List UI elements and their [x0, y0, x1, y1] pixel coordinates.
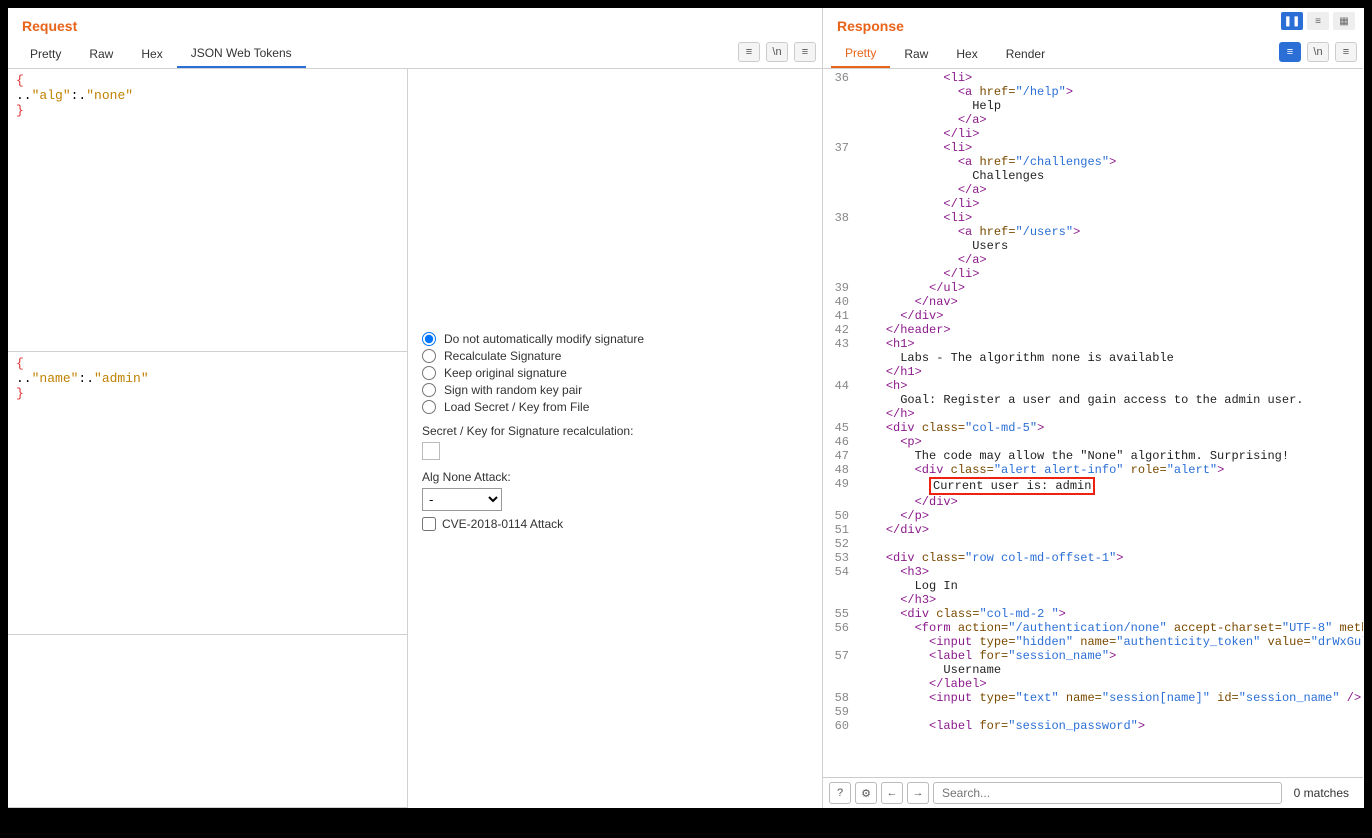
- code-line: </h>: [823, 407, 1363, 421]
- code-line: 45 <div class="col-md-5">: [823, 421, 1363, 435]
- code-line: <a href="/help">: [823, 85, 1363, 99]
- pause-button[interactable]: ❚❚: [1281, 12, 1303, 30]
- alg-none-select[interactable]: -: [422, 488, 502, 511]
- code-line: 39 </ul>: [823, 281, 1363, 295]
- code-line: 50 </p>: [823, 509, 1363, 523]
- code-line: </div>: [823, 495, 1363, 509]
- forward-icon[interactable]: →: [907, 782, 929, 804]
- code-line: 47 The code may allow the "None" algorit…: [823, 449, 1363, 463]
- code-line: 42 </header>: [823, 323, 1363, 337]
- jwt-payload-editor[interactable]: { .."name":."admin" }: [8, 352, 407, 635]
- code-line: Users: [823, 239, 1363, 253]
- radio-recalc[interactable]: [422, 349, 436, 363]
- tab-raw[interactable]: Raw: [75, 41, 127, 67]
- newline-icon[interactable]: \n: [766, 42, 788, 62]
- radio-random[interactable]: [422, 383, 436, 397]
- code-line: </a>: [823, 113, 1363, 127]
- code-line: 48 <div class="alert alert-info" role="a…: [823, 463, 1363, 477]
- radio-no-modify[interactable]: [422, 332, 436, 346]
- gear-icon[interactable]: ⚙: [855, 782, 877, 804]
- resp-tab-render[interactable]: Render: [992, 41, 1059, 67]
- menu-icon[interactable]: ≡: [1335, 42, 1357, 62]
- response-panel: ❚❚ ≡ ▦ Response Pretty Raw Hex Render ≡ …: [823, 8, 1363, 808]
- search-bar: ? ⚙ ← → 0 matches: [823, 777, 1363, 808]
- jwt-header-editor[interactable]: { .."alg":."none" }: [8, 69, 407, 352]
- code-line: Challenges: [823, 169, 1363, 183]
- lbl-load: Load Secret / Key from File: [444, 400, 589, 414]
- resp-tab-pretty[interactable]: Pretty: [831, 40, 890, 68]
- wrap-icon[interactable]: ≡: [1279, 42, 1301, 62]
- code-line: 57 <label for="session_name">: [823, 649, 1363, 663]
- lbl-no-modify: Do not automatically modify signature: [444, 332, 644, 346]
- menu-icon[interactable]: ≡: [794, 42, 816, 62]
- back-icon[interactable]: ←: [881, 782, 903, 804]
- code-line: 51 </div>: [823, 523, 1363, 537]
- code-line: </li>: [823, 127, 1363, 141]
- code-line: Help: [823, 99, 1363, 113]
- code-line: <a href="/users">: [823, 225, 1363, 239]
- search-input[interactable]: [933, 782, 1282, 804]
- request-title: Request: [8, 8, 822, 40]
- code-line: 54 <h3>: [823, 565, 1363, 579]
- help-icon[interactable]: ?: [829, 782, 851, 804]
- cve-label: CVE-2018-0114 Attack: [442, 517, 563, 531]
- code-line: Log In: [823, 579, 1363, 593]
- code-line: <a href="/challenges">: [823, 155, 1363, 169]
- code-line: </label>: [823, 677, 1363, 691]
- code-line: Username: [823, 663, 1363, 677]
- code-line: <input type="hidden" name="authenticity_…: [823, 635, 1363, 649]
- code-line: 44 <h>: [823, 379, 1363, 393]
- request-panel: Request Pretty Raw Hex JSON Web Tokens ≡…: [8, 8, 823, 808]
- wrap-icon[interactable]: ≡: [738, 42, 760, 62]
- code-line: 46 <p>: [823, 435, 1363, 449]
- resp-tab-raw[interactable]: Raw: [890, 41, 942, 67]
- matches-count: 0 matches: [1286, 786, 1357, 800]
- lbl-random: Sign with random key pair: [444, 383, 582, 397]
- jwt-signature-editor[interactable]: [8, 635, 407, 808]
- code-line: </h1>: [823, 365, 1363, 379]
- code-line: 43 <h1>: [823, 337, 1363, 351]
- secret-key-label: Secret / Key for Signature recalculation…: [422, 424, 808, 438]
- resp-tab-hex[interactable]: Hex: [942, 41, 991, 67]
- newline-icon[interactable]: \n: [1307, 42, 1329, 62]
- radio-keep[interactable]: [422, 366, 436, 380]
- code-line: Goal: Register a user and gain access to…: [823, 393, 1363, 407]
- code-line: </a>: [823, 253, 1363, 267]
- radio-load[interactable]: [422, 400, 436, 414]
- response-tabs: Pretty Raw Hex Render ≡ \n ≡: [823, 40, 1363, 69]
- tab-pretty[interactable]: Pretty: [16, 41, 75, 67]
- layout-v-icon[interactable]: ▦: [1333, 12, 1355, 30]
- code-line: 55 <div class="col-md-2 ">: [823, 607, 1363, 621]
- code-line: 58 <input type="text" name="session[name…: [823, 691, 1363, 705]
- code-line: 37 <li>: [823, 141, 1363, 155]
- code-line: 41 </div>: [823, 309, 1363, 323]
- code-line: 56 <form action="/authentication/none" a…: [823, 621, 1363, 635]
- lbl-recalc: Recalculate Signature: [444, 349, 561, 363]
- tab-hex[interactable]: Hex: [127, 41, 176, 67]
- code-line: 60 <label for="session_password">: [823, 719, 1363, 733]
- alg-none-label: Alg None Attack:: [422, 470, 808, 484]
- code-line: </li>: [823, 197, 1363, 211]
- lbl-keep: Keep original signature: [444, 366, 567, 380]
- code-line: 59: [823, 705, 1363, 719]
- code-line: Labs - The algorithm none is available: [823, 351, 1363, 365]
- code-line: 40 </nav>: [823, 295, 1363, 309]
- code-line: </li>: [823, 267, 1363, 281]
- secret-key-input[interactable]: [422, 442, 440, 460]
- code-line: </a>: [823, 183, 1363, 197]
- code-line: 53 <div class="row col-md-offset-1">: [823, 551, 1363, 565]
- response-body[interactable]: 36 <li> <a href="/help"> Help </a> </li>…: [823, 69, 1363, 777]
- code-line: 49 Current user is: admin: [823, 477, 1363, 495]
- code-line: 36 <li>: [823, 71, 1363, 85]
- code-line: 52: [823, 537, 1363, 551]
- request-tabs: Pretty Raw Hex JSON Web Tokens ≡ \n ≡: [8, 40, 822, 69]
- signature-options: Do not automatically modify signature Re…: [408, 69, 822, 808]
- tab-jwt[interactable]: JSON Web Tokens: [177, 40, 306, 68]
- cve-checkbox[interactable]: [422, 517, 436, 531]
- code-line: 38 <li>: [823, 211, 1363, 225]
- layout-h-icon[interactable]: ≡: [1307, 12, 1329, 30]
- code-line: </h3>: [823, 593, 1363, 607]
